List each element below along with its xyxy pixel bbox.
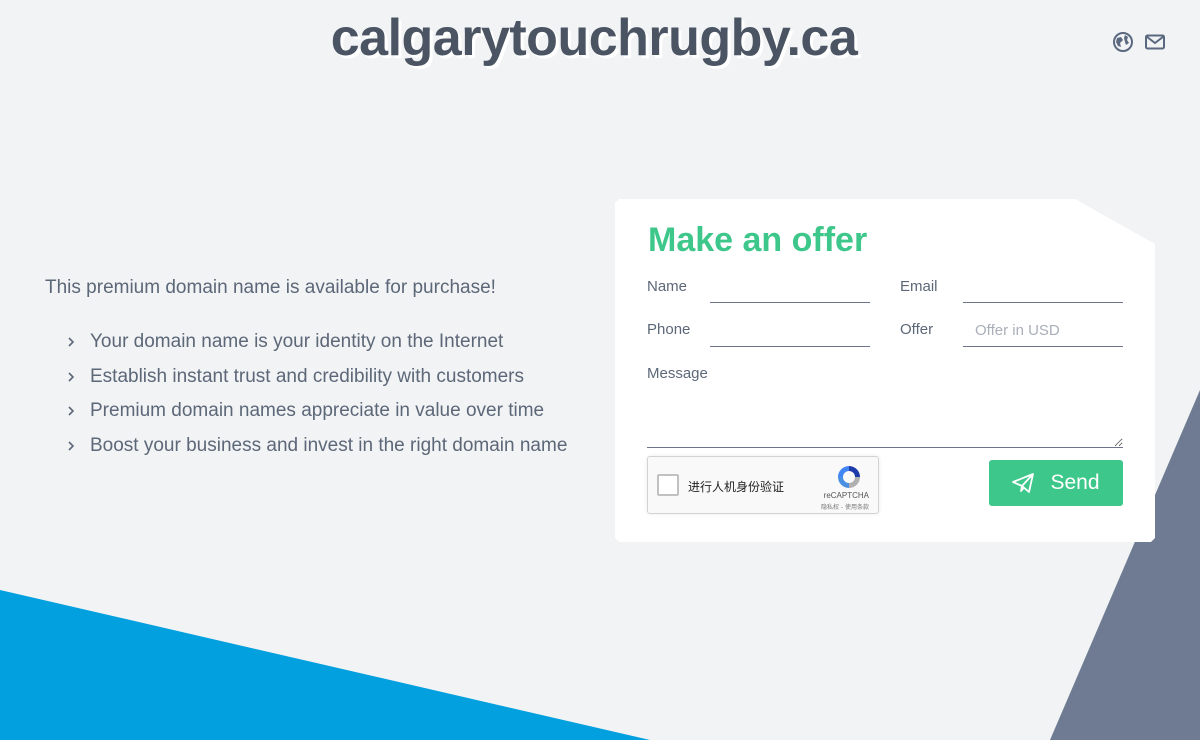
- email-label: Email: [900, 278, 938, 295]
- intro-text: This premium domain name is available fo…: [45, 277, 496, 298]
- feature-item: Your domain name is your identity on the…: [67, 325, 605, 360]
- site-title: calgarytouchrugby.ca: [330, 9, 858, 67]
- send-label: Send: [1050, 471, 1100, 494]
- feature-text: Your domain name is your identity on the…: [90, 331, 504, 353]
- paper-plane-icon: [1012, 473, 1035, 493]
- chevron-right-icon: [67, 371, 90, 383]
- recaptcha-label: 进行人机身份验证: [688, 480, 785, 494]
- domain-info: This premium domain name is available fo…: [45, 277, 605, 463]
- feature-item: Establish instant trust and credibility …: [67, 360, 605, 395]
- offer-input[interactable]: [963, 315, 1123, 347]
- chevron-right-icon: [67, 405, 90, 417]
- phone-label: Phone: [647, 321, 691, 338]
- name-label: Name: [647, 278, 688, 295]
- name-input[interactable]: [710, 271, 870, 303]
- recaptcha-checkbox[interactable]: [657, 474, 679, 496]
- mail-icon[interactable]: [1144, 31, 1166, 53]
- chevron-right-icon: [67, 440, 90, 452]
- chevron-right-icon: [67, 336, 90, 348]
- recaptcha-widget: 进行人机身份验证 reCAPTCHA 隐私权 - 使用条款: [647, 456, 879, 514]
- header-icons: [1112, 31, 1166, 53]
- recaptcha-brand: reCAPTCHA: [823, 491, 869, 500]
- feature-item: Premium domain names appreciate in value…: [67, 394, 605, 429]
- feature-list: Your domain name is your identity on the…: [45, 325, 605, 463]
- send-button[interactable]: Send: [989, 460, 1123, 506]
- globe-icon[interactable]: [1112, 31, 1134, 53]
- feature-item: Boost your business and invest in the ri…: [67, 429, 605, 464]
- recaptcha-terms-link[interactable]: 隐私权 - 使用条款: [821, 502, 869, 511]
- email-input[interactable]: [963, 271, 1123, 303]
- offer-label: Offer: [900, 321, 934, 338]
- message-label: Message: [647, 365, 708, 382]
- feature-text: Establish instant trust and credibility …: [90, 365, 525, 387]
- offer-form-card: Make an offer Name Email Phone Offer Mes…: [615, 199, 1155, 542]
- feature-text: Premium domain names appreciate in value…: [90, 400, 545, 422]
- offer-title: Make an offer: [648, 221, 868, 259]
- feature-text: Boost your business and invest in the ri…: [90, 434, 568, 456]
- message-textarea[interactable]: [647, 389, 1123, 448]
- phone-input[interactable]: [710, 315, 870, 347]
